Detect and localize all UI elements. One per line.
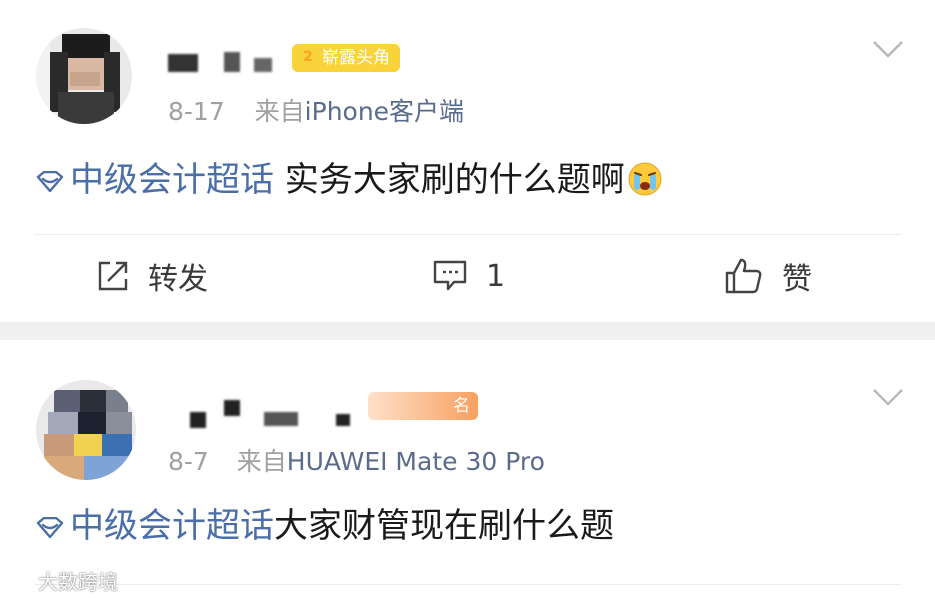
post-content: 中级会计超话 实务大家刷的什么题啊 <box>34 158 663 202</box>
post-text: 实务大家刷的什么题啊 <box>274 160 625 200</box>
post-text: 大家财管现在刷什么题 <box>274 506 614 546</box>
avatar[interactable] <box>36 380 136 480</box>
post-content: 中级会计超话大家财管现在刷什么题 <box>34 504 614 548</box>
post-divider <box>34 584 901 585</box>
post-date: 8-17 <box>168 97 225 126</box>
supertopic-diamond-icon <box>36 170 64 192</box>
badge-label: 崭露头角 <box>322 48 390 68</box>
post-card[interactable]: 名 8-7 来自HUAWEI Mate 30 Pro 中级会计超话大家财管现在刷… <box>0 340 935 598</box>
repost-label: 转发 <box>148 262 208 297</box>
supertopic-link[interactable]: 中级会计超话 <box>34 506 274 546</box>
post-source[interactable]: iPhone客户端 <box>305 97 464 126</box>
repost-icon <box>98 261 128 291</box>
supertopic-label[interactable]: 中级会计超话 <box>70 506 274 546</box>
post-date: 8-7 <box>168 447 209 476</box>
thumbs-up-icon <box>725 258 762 294</box>
watermark-logo-icon <box>9 572 36 589</box>
level-badge: 名 <box>368 392 478 420</box>
comment-count: 1 <box>486 258 506 294</box>
like-button[interactable]: 赞 <box>724 254 812 298</box>
level-badge: 2 崭露头角 <box>292 44 400 72</box>
watermark: 大数跨境 <box>8 566 118 595</box>
supertopic-diamond-icon <box>36 516 64 538</box>
badge-label: 名 <box>453 396 470 416</box>
feed-separator <box>0 322 935 340</box>
crying-face-emoji-icon <box>628 162 662 196</box>
username-redacted[interactable] <box>168 48 288 76</box>
source-prefix: 来自 <box>254 97 305 126</box>
post-meta: 8-17 来自iPhone客户端 <box>168 92 464 128</box>
post-divider <box>34 234 901 235</box>
post-meta: 8-7 来自HUAWEI Mate 30 Pro <box>168 442 545 478</box>
like-label: 赞 <box>782 262 812 297</box>
source-prefix: 来自 <box>236 447 287 476</box>
comment-icon <box>433 260 467 291</box>
watermark-text: 大数跨境 <box>38 570 118 594</box>
supertopic-label[interactable]: 中级会计超话 <box>70 160 274 200</box>
supertopic-link[interactable]: 中级会计超话 <box>34 160 274 200</box>
chevron-down-icon[interactable] <box>872 40 904 60</box>
chevron-down-icon[interactable] <box>872 388 904 408</box>
repost-button[interactable]: 转发 <box>96 254 208 298</box>
avatar[interactable] <box>36 28 132 124</box>
username-redacted[interactable] <box>190 398 370 428</box>
comment-button[interactable]: 1 <box>432 254 505 298</box>
post-source[interactable]: HUAWEI Mate 30 Pro <box>287 447 545 476</box>
badge-level-number: 2 <box>303 49 313 65</box>
post-card[interactable]: 2 崭露头角 8-17 来自iPhone客户端 中级会计超话 实务大家刷的什么题… <box>0 0 935 322</box>
